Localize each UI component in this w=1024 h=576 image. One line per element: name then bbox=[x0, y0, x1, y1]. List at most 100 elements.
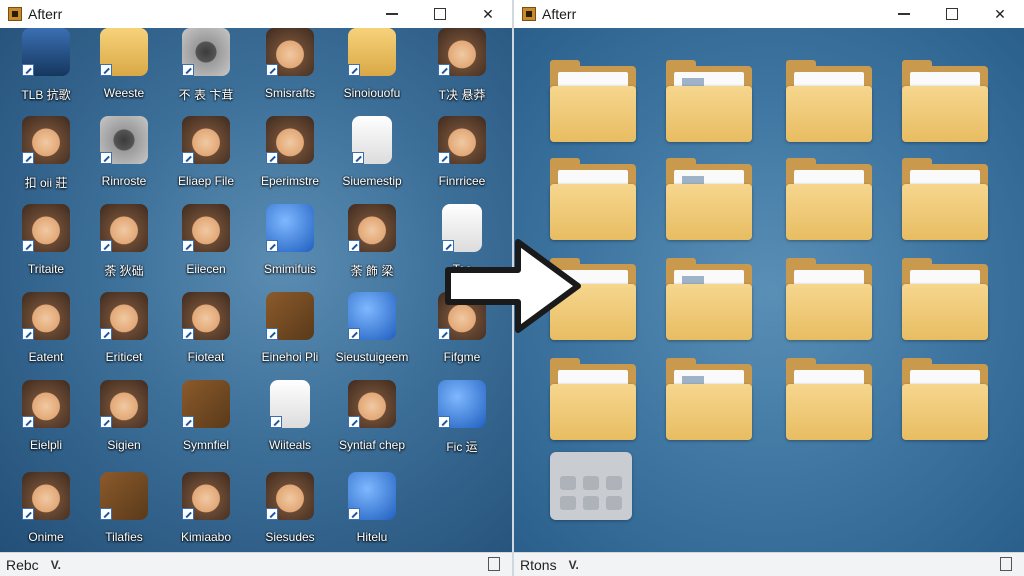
desktop-icon[interactable]: Eatent bbox=[4, 292, 88, 378]
desktop-icon-label: TLB 抗歌 bbox=[21, 88, 71, 102]
desktop-icon[interactable]: Finrricee bbox=[420, 116, 504, 202]
folder-front bbox=[550, 184, 636, 240]
left-status-text: Rebc bbox=[6, 556, 39, 573]
desktop-icon[interactable]: Symnfiel bbox=[164, 380, 248, 466]
desktop-icon[interactable]: T决 悬莽 bbox=[420, 28, 504, 114]
folder-front bbox=[902, 184, 988, 240]
desktop-icon[interactable]: Sieustuigeem bbox=[330, 292, 414, 378]
calc-key bbox=[606, 476, 622, 490]
desktop-icon-label: 荼 狄础 bbox=[104, 264, 144, 278]
close-button[interactable]: ✕ bbox=[976, 0, 1024, 28]
blue-icon bbox=[348, 292, 396, 340]
desktop-icon[interactable]: 不 表 卞茸 bbox=[164, 28, 248, 114]
face-icon bbox=[182, 292, 230, 340]
maximize-button[interactable] bbox=[928, 0, 976, 28]
shortcut-arrow-icon bbox=[22, 416, 34, 428]
desktop-icon[interactable]: Sinoiouofu bbox=[330, 28, 414, 114]
desktop-icon[interactable]: Einehoi Pli bbox=[248, 292, 332, 378]
desktop-icon-label: Wiiteals bbox=[268, 438, 311, 452]
folder-icon[interactable] bbox=[666, 158, 752, 240]
desktop-icon[interactable]: Smisrafts bbox=[248, 28, 332, 114]
minimize-button[interactable] bbox=[368, 0, 416, 28]
view-toggle-icon[interactable]: V. bbox=[569, 558, 579, 572]
folder-icon[interactable] bbox=[786, 258, 872, 340]
right-titlebar[interactable]: Afterr ✕ bbox=[514, 0, 1024, 28]
desktop-icon[interactable]: TLB 抗歌 bbox=[4, 28, 88, 114]
folder-front bbox=[666, 284, 752, 340]
folder-icon[interactable] bbox=[666, 60, 752, 142]
desktop-icon[interactable]: 荼 狄础 bbox=[82, 204, 166, 290]
desktop-icon[interactable]: Wiiteals bbox=[248, 380, 332, 466]
shortcut-arrow-icon bbox=[182, 328, 194, 340]
desktop-icon[interactable]: Hitelu bbox=[330, 472, 414, 552]
desktop-icon[interactable]: Eriticet bbox=[82, 292, 166, 378]
desktop-icon[interactable]: Kimiaabo bbox=[164, 472, 248, 552]
face-icon bbox=[266, 472, 314, 520]
desktop-icon-label: Fifgme bbox=[443, 350, 481, 364]
face-icon bbox=[22, 292, 70, 340]
folder-icon[interactable] bbox=[902, 158, 988, 240]
folder-icon[interactable] bbox=[666, 358, 752, 440]
minimize-icon bbox=[898, 13, 910, 15]
left-titlebar[interactable]: Afterr ✕ bbox=[0, 0, 512, 28]
tool-icon bbox=[266, 292, 314, 340]
resize-grip-icon[interactable] bbox=[1000, 557, 1012, 571]
maximize-button[interactable] bbox=[416, 0, 464, 28]
close-icon: ✕ bbox=[994, 5, 1006, 22]
folder-icon[interactable] bbox=[786, 358, 872, 440]
desktop-icon[interactable]: Tritaite bbox=[4, 204, 88, 290]
view-toggle-icon[interactable]: V. bbox=[51, 558, 61, 572]
desktop-icon[interactable]: Eielpli bbox=[4, 380, 88, 466]
desktop-icon[interactable]: Siesudes bbox=[248, 472, 332, 552]
desktop-icon-label: Siesudes bbox=[265, 530, 315, 544]
shortcut-arrow-icon bbox=[22, 508, 34, 520]
folder-icon[interactable] bbox=[902, 60, 988, 142]
minimize-button[interactable] bbox=[880, 0, 928, 28]
folder-icon[interactable] bbox=[786, 158, 872, 240]
shortcut-arrow-icon bbox=[100, 508, 112, 520]
desktop-icon[interactable]: Onime bbox=[4, 472, 88, 552]
desktop-icon[interactable]: Siuemestip bbox=[330, 116, 414, 202]
desktop-icon-label: Tilafies bbox=[105, 530, 143, 544]
close-button[interactable]: ✕ bbox=[464, 0, 512, 28]
desktop-icon[interactable]: Fic 运 bbox=[420, 380, 504, 466]
face-icon bbox=[22, 116, 70, 164]
folder-icon[interactable] bbox=[550, 158, 636, 240]
desktop-icon[interactable]: Weeste bbox=[82, 28, 166, 114]
folder-icon[interactable] bbox=[902, 258, 988, 340]
desktop-icon[interactable]: Smimifuis bbox=[248, 204, 332, 290]
desktop-icon[interactable]: Tilafies bbox=[82, 472, 166, 552]
desktop-icon[interactable]: Syntiaf chep bbox=[330, 380, 414, 466]
desktop-icon[interactable]: Sigien bbox=[82, 380, 166, 466]
desktop-icon-label: Sieustuigeem bbox=[335, 350, 409, 364]
face-icon bbox=[100, 380, 148, 428]
tool-icon bbox=[182, 380, 230, 428]
left-statusbar: Rebc V. bbox=[0, 552, 512, 576]
shortcut-arrow-icon bbox=[182, 64, 194, 76]
desktop-icon[interactable]: Rinroste bbox=[82, 116, 166, 202]
folder-icon[interactable] bbox=[550, 60, 636, 142]
desktop-icon[interactable]: 扣 oii 莊 bbox=[4, 116, 88, 202]
face-icon bbox=[182, 472, 230, 520]
close-icon: ✕ bbox=[482, 5, 494, 22]
folder-icon[interactable] bbox=[786, 60, 872, 142]
folder-front bbox=[666, 184, 752, 240]
right-statusbar: Rtons V. bbox=[514, 552, 1024, 576]
folder-icon[interactable] bbox=[550, 358, 636, 440]
desktop-icon-label: Fic 运 bbox=[446, 440, 478, 454]
calc-key bbox=[606, 496, 622, 510]
desktop-icon[interactable]: Fioteat bbox=[164, 292, 248, 378]
desktop-icon[interactable]: Eliaep File bbox=[164, 116, 248, 202]
right-window-title: Afterr bbox=[542, 6, 577, 22]
face-icon bbox=[348, 204, 396, 252]
shortcut-arrow-icon bbox=[100, 152, 112, 164]
face-icon bbox=[266, 116, 314, 164]
desktop-icon[interactable]: Eiiecen bbox=[164, 204, 248, 290]
resize-grip-icon[interactable] bbox=[488, 557, 500, 571]
desktop-icon[interactable]: 荼 飾 梁 bbox=[330, 204, 414, 290]
folder-icon[interactable] bbox=[902, 358, 988, 440]
desktop-icon-label: 扣 oii 莊 bbox=[24, 176, 68, 190]
folder-icon[interactable] bbox=[666, 258, 752, 340]
calculator-app-icon[interactable] bbox=[550, 452, 632, 520]
desktop-icon[interactable]: Eperimstre bbox=[248, 116, 332, 202]
